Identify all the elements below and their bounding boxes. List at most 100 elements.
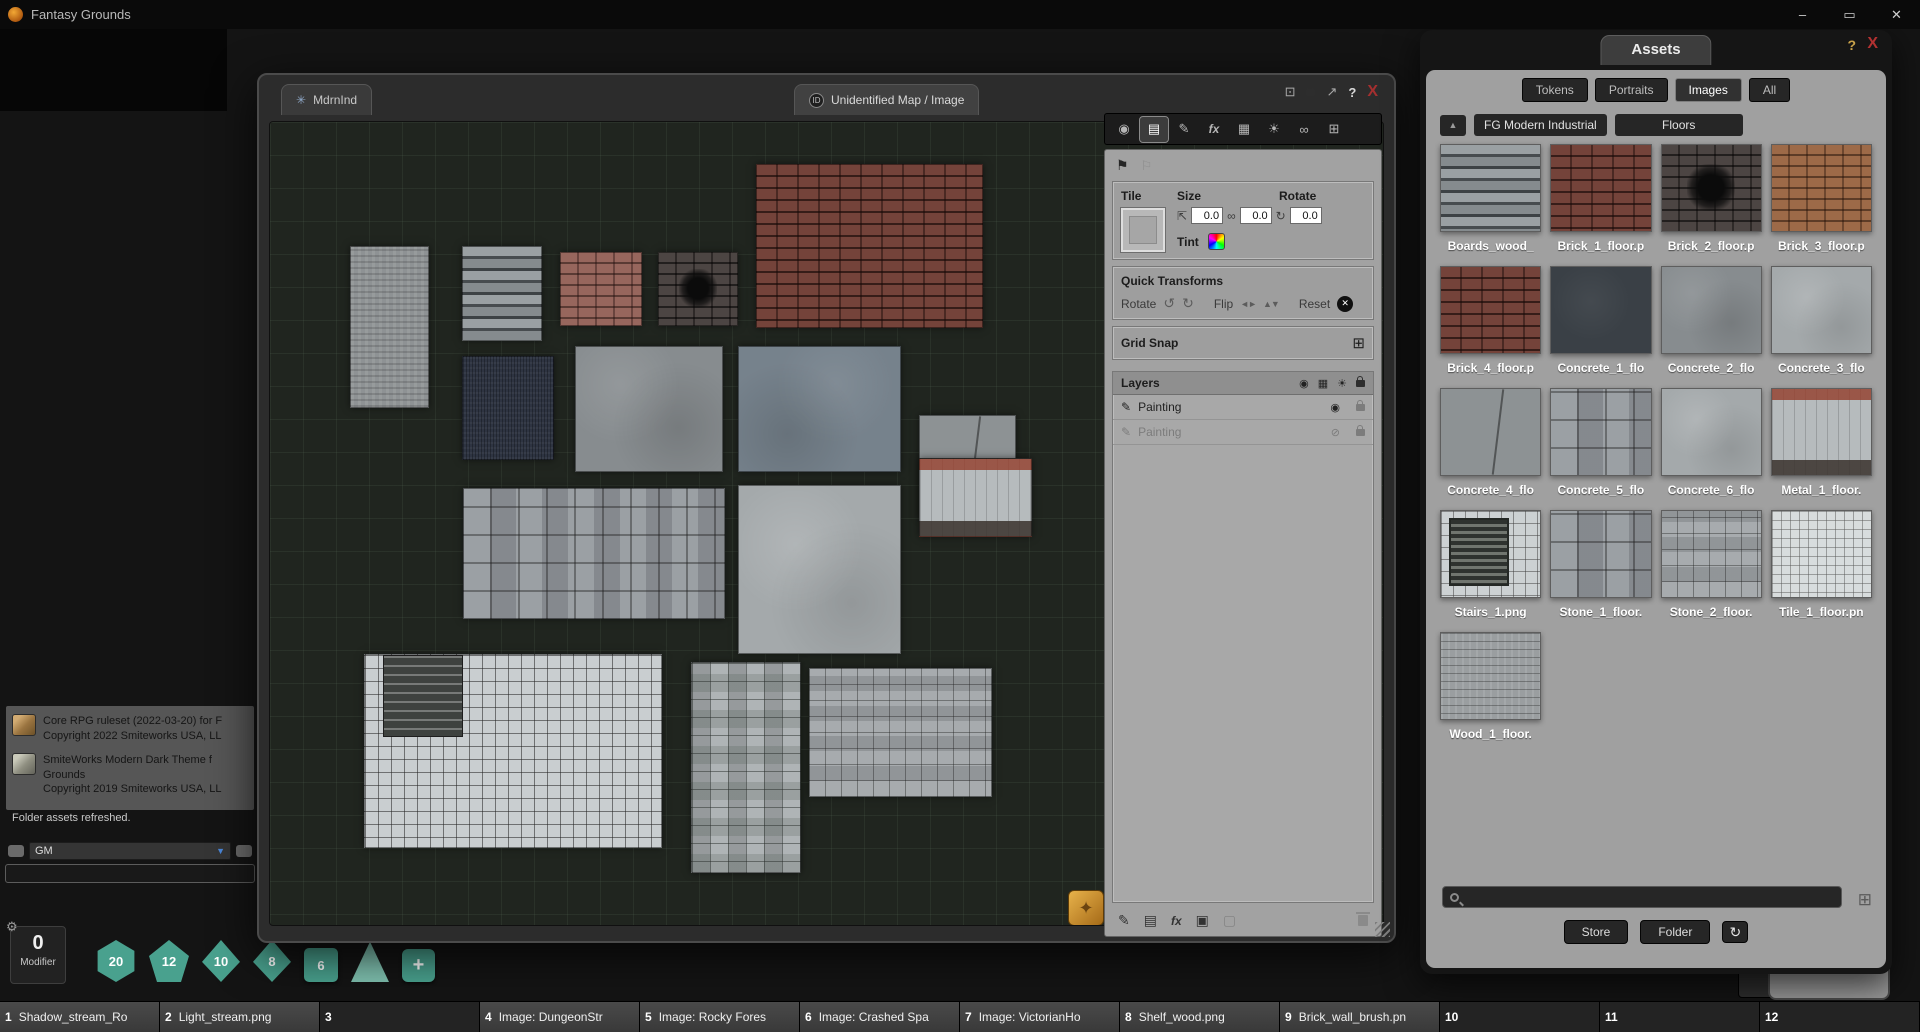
asset-item[interactable]: Brick_2_floor.p — [1661, 144, 1762, 253]
tiles-tool-icon[interactable]: ▦ — [1230, 117, 1258, 142]
canvas-tile[interactable] — [756, 164, 983, 328]
asset-item[interactable]: Concrete_3_flo — [1771, 266, 1872, 375]
grid-tool-icon[interactable]: ⊞ — [1320, 117, 1348, 142]
import-layer-icon[interactable]: ▣ — [1196, 912, 1209, 929]
asset-item[interactable]: Concrete_4_flo — [1440, 388, 1541, 497]
chevron-down-icon[interactable]: ▼ — [216, 846, 225, 856]
rotate-input[interactable] — [1290, 207, 1322, 224]
link-icon[interactable]: ∞ — [1227, 209, 1236, 223]
tab-images[interactable]: Images — [1675, 78, 1742, 102]
asset-item[interactable]: Tile_1_floor.pn — [1771, 510, 1872, 619]
breadcrumb-folder[interactable]: Floors — [1615, 114, 1743, 136]
add-die-button[interactable]: + — [402, 949, 435, 982]
canvas-tile[interactable] — [560, 252, 642, 326]
d6-die[interactable]: 6 — [304, 948, 338, 982]
d20-die[interactable]: 20 — [96, 940, 136, 982]
hotkey-slot-3[interactable]: 3 — [320, 1002, 480, 1032]
tab-portraits[interactable]: Portraits — [1595, 78, 1668, 102]
layers-tool-icon[interactable]: ▤ — [1140, 117, 1168, 142]
chat-log[interactable]: Core RPG ruleset (2022-03-20) for F Copy… — [6, 706, 254, 810]
close-map-button[interactable]: X — [1367, 83, 1378, 101]
help-button[interactable]: ? — [1348, 85, 1356, 100]
layer-lock-toggle[interactable] — [1356, 429, 1365, 436]
d12-die[interactable]: 12 — [149, 940, 189, 982]
close-assets-button[interactable]: X — [1867, 35, 1878, 53]
hotkey-slot-1[interactable]: 1Shadow_stream_Ro — [0, 1002, 160, 1032]
view-grid-icon[interactable]: ⊞ — [1858, 890, 1872, 910]
tint-color-wheel[interactable] — [1208, 233, 1225, 250]
delete-layer-icon[interactable] — [1358, 915, 1368, 926]
layer-visibility-toggle[interactable]: ⊘ — [1331, 426, 1340, 439]
grid-snap-toggle[interactable]: ⊞ — [1352, 334, 1365, 352]
maximize-button[interactable]: ▭ — [1826, 0, 1873, 29]
mask-tool-icon[interactable]: ∞ — [1290, 117, 1318, 142]
hotkey-slot-7[interactable]: 7Image: VictorianHo — [960, 1002, 1120, 1032]
asset-item[interactable]: Boards_wood_ — [1440, 144, 1541, 253]
layer-lock-toggle[interactable] — [1356, 404, 1365, 411]
gear-icon[interactable]: ⚙ — [6, 919, 18, 935]
tab-mdrnind[interactable]: ✳ MdrnInd — [281, 84, 372, 115]
canvas-tile[interactable] — [738, 346, 901, 472]
asset-item[interactable]: Stone_2_floor. — [1661, 510, 1762, 619]
tab-all[interactable]: All — [1749, 78, 1790, 102]
canvas-tile[interactable] — [691, 662, 801, 873]
lock-icon[interactable] — [1356, 380, 1365, 387]
modifier-box[interactable]: ⚙ 0 Modifier — [10, 926, 66, 984]
layer-row[interactable]: ✎ Painting ◉ — [1113, 395, 1373, 420]
compass-widget[interactable]: ✦ — [1068, 890, 1104, 926]
effects-tool-icon[interactable]: fx — [1200, 117, 1228, 142]
layer-row[interactable]: ✎ Painting ⊘ — [1113, 420, 1373, 445]
rotate-ccw-icon[interactable]: ↺ — [1163, 295, 1175, 312]
speech-bubble-icon[interactable] — [236, 845, 252, 857]
hotkey-slot-11[interactable]: 11 — [1600, 1002, 1760, 1032]
rotate-cw-icon[interactable]: ↻ — [1182, 295, 1194, 312]
new-layer-icon[interactable]: ✎ — [1118, 912, 1130, 929]
hotkey-slot-9[interactable]: 9Brick_wall_brush.pn — [1280, 1002, 1440, 1032]
canvas-tile[interactable] — [350, 246, 429, 408]
pointer-tool-icon[interactable]: ◉ — [1110, 117, 1138, 142]
speech-bubble-icon[interactable] — [8, 845, 24, 857]
share-screen-icon[interactable]: ⊡ — [1285, 84, 1296, 100]
tile-preview[interactable] — [1121, 208, 1165, 252]
duplicate-layer-icon[interactable]: ▢ — [1223, 912, 1236, 929]
flip-vertical-icon[interactable]: ▲▼ — [1263, 299, 1279, 309]
flag-icon[interactable]: ⚑ — [1116, 157, 1129, 174]
canvas-tile[interactable] — [462, 246, 542, 341]
hotkey-slot-8[interactable]: 8Shelf_wood.png — [1120, 1002, 1280, 1032]
layer-visibility-toggle[interactable]: ◉ — [1330, 401, 1340, 414]
canvas-tile[interactable] — [809, 668, 992, 797]
hotkey-slot-4[interactable]: 4Image: DungeonStr — [480, 1002, 640, 1032]
hotkey-slot-2[interactable]: 2Light_stream.png — [160, 1002, 320, 1032]
d4-die[interactable] — [351, 940, 389, 982]
canvas-tile[interactable] — [463, 488, 725, 619]
asset-item[interactable]: Concrete_6_flo — [1661, 388, 1762, 497]
hotkey-slot-12[interactable]: 12 — [1760, 1002, 1920, 1032]
asset-item[interactable]: Brick_4_floor.p — [1440, 266, 1541, 375]
rotate-icon[interactable]: ↻ — [1276, 209, 1286, 223]
light-icon[interactable]: ☀ — [1337, 377, 1347, 390]
reset-button[interactable]: ✕ — [1337, 296, 1353, 312]
canvas-tile[interactable] — [462, 356, 554, 460]
chat-input[interactable] — [5, 864, 255, 883]
canvas-tile[interactable] — [738, 485, 901, 654]
folder-up-button[interactable]: ▲ — [1440, 115, 1466, 136]
close-button[interactable]: ✕ — [1873, 0, 1920, 29]
canvas-tile[interactable] — [575, 346, 723, 472]
tab-unidentified-map[interactable]: ID Unidentified Map / Image — [794, 84, 979, 115]
add-group-icon[interactable]: ▤ — [1144, 912, 1157, 929]
asset-item[interactable]: Stairs_1.png — [1440, 510, 1541, 619]
tiles-icon[interactable]: ▦ — [1318, 377, 1328, 390]
help-button[interactable]: ? — [1847, 37, 1856, 53]
d8-die[interactable]: 8 — [253, 940, 291, 982]
asset-item[interactable]: Concrete_5_flo — [1550, 388, 1651, 497]
speaker-select[interactable]: GM ▼ — [29, 842, 231, 860]
flip-horizontal-icon[interactable]: ◄► — [1240, 299, 1256, 309]
brush-tool-icon[interactable]: ✎ — [1170, 117, 1198, 142]
size-width-input[interactable] — [1191, 207, 1223, 224]
asset-item[interactable]: Wood_1_floor. — [1440, 632, 1541, 741]
canvas-tile[interactable] — [364, 654, 662, 848]
size-height-input[interactable] — [1240, 207, 1272, 224]
lighting-tool-icon[interactable]: ☀ — [1260, 117, 1288, 142]
tab-tokens[interactable]: Tokens — [1522, 78, 1588, 102]
asset-item[interactable]: Brick_3_floor.p — [1771, 144, 1872, 253]
